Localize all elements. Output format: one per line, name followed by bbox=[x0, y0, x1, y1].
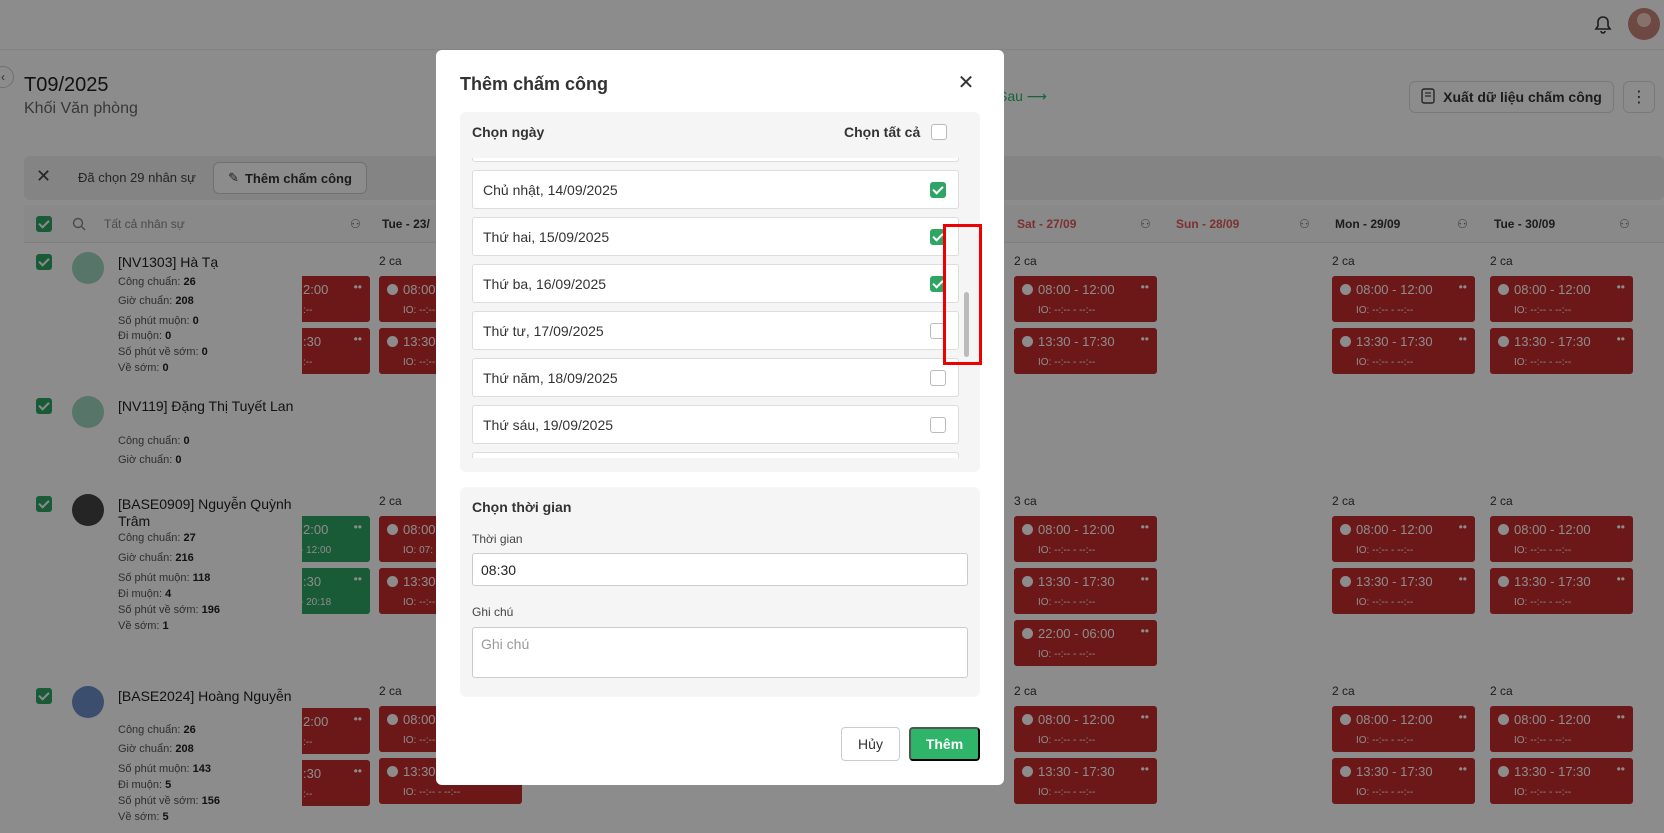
list-item[interactable]: Thứ tư, 17/09/2025 bbox=[472, 311, 959, 350]
day-select-section: Chọn ngày Chọn tất cả Chủ nhật, 14/09/20… bbox=[460, 112, 982, 472]
day-section-title: Chọn ngày bbox=[472, 124, 545, 140]
list-item[interactable]: Thứ hai, 15/09/2025 bbox=[472, 217, 959, 256]
list-item[interactable]: Thứ ba, 16/09/2025 bbox=[472, 264, 959, 303]
list-item[interactable]: Chủ nhật, 14/09/2025 bbox=[472, 170, 959, 209]
note-textarea[interactable] bbox=[472, 627, 968, 678]
cancel-button[interactable]: Hủy bbox=[841, 727, 900, 761]
list-item[interactable] bbox=[472, 158, 959, 162]
close-icon[interactable]: ✕ bbox=[952, 68, 980, 96]
select-all-checkbox[interactable] bbox=[931, 124, 947, 140]
day-checkbox[interactable] bbox=[930, 370, 946, 386]
list-item[interactable]: Thứ sáu, 19/09/2025 bbox=[472, 405, 959, 444]
list-item[interactable] bbox=[472, 452, 959, 458]
list-item[interactable]: Thứ năm, 18/09/2025 bbox=[472, 358, 959, 397]
note-label: Ghi chú bbox=[472, 605, 514, 619]
time-section-title: Chọn thời gian bbox=[472, 499, 572, 515]
time-section: Chọn thời gian Thời gian Ghi chú bbox=[460, 487, 980, 697]
select-all-label: Chọn tất cả bbox=[844, 124, 921, 140]
add-attendance-modal: Thêm chấm công ✕ Chọn ngày Chọn tất cả C… bbox=[436, 50, 1004, 785]
day-list: Chủ nhật, 14/09/2025 Thứ hai, 15/09/2025… bbox=[472, 158, 959, 458]
day-checkbox[interactable] bbox=[930, 417, 946, 433]
time-label: Thời gian bbox=[472, 532, 523, 546]
highlight-box bbox=[943, 224, 982, 365]
time-input[interactable] bbox=[472, 553, 968, 586]
day-checkbox[interactable] bbox=[930, 182, 946, 198]
submit-button[interactable]: Thêm bbox=[909, 727, 980, 761]
modal-title: Thêm chấm công bbox=[460, 74, 609, 94]
